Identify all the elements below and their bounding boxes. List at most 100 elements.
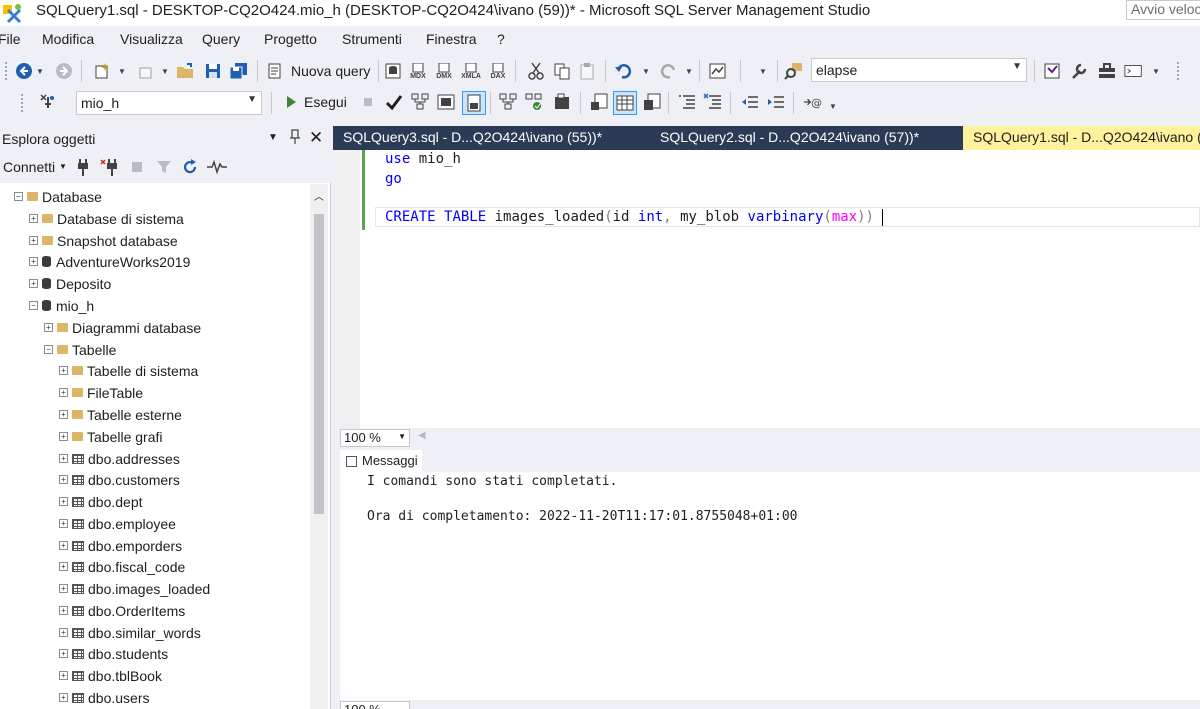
disconnect-icon[interactable] [100, 157, 120, 180]
toolbar-grip[interactable] [4, 61, 8, 81]
expand-icon[interactable]: + [59, 410, 68, 419]
expand-icon[interactable]: + [59, 432, 68, 441]
change-connection-icon[interactable] [38, 92, 58, 112]
tree-node-table[interactable]: + dbo.fiscal_code [59, 556, 185, 577]
tree-node-table[interactable]: + dbo.similar_words [59, 622, 201, 643]
back-dropdown-icon[interactable]: ▼ [35, 61, 45, 81]
redo-dropdown-icon[interactable]: ▼ [684, 61, 694, 81]
xmla-query-icon[interactable]: XMLA [461, 61, 481, 81]
dmx-query-icon[interactable]: DMX [434, 61, 454, 81]
tree-node-table[interactable]: + dbo.addresses [59, 448, 180, 469]
tree-node-database[interactable]: − Database [14, 186, 102, 207]
client-statistics-icon[interactable] [552, 92, 572, 112]
toolbar-overflow-icon[interactable]: ▼ [828, 96, 838, 116]
tree-node-adventureworks[interactable]: + AdventureWorks2019 [29, 251, 190, 272]
editor-zoom-combo[interactable]: 100 % ▼ [340, 429, 410, 447]
expand-icon[interactable]: + [59, 584, 68, 593]
copy-icon[interactable] [552, 61, 572, 81]
parse-checkmark-icon[interactable] [384, 92, 404, 112]
expand-icon[interactable]: + [59, 366, 68, 375]
expand-icon[interactable]: + [29, 279, 38, 288]
expand-icon[interactable]: + [59, 649, 68, 658]
toolbox-icon[interactable] [1097, 61, 1117, 81]
tree-node-table[interactable]: + dbo.OrderItems [59, 600, 185, 621]
tree-node-deposito[interactable]: + Deposito [29, 273, 111, 294]
connect-plug-icon[interactable] [76, 157, 90, 180]
cancel-execution-icon[interactable] [358, 92, 378, 112]
scrollbar-thumb[interactable] [314, 214, 324, 514]
activity-monitor-pulse-icon[interactable] [206, 159, 228, 178]
new-project-dropdown-icon[interactable]: ▼ [117, 61, 127, 81]
stop-icon[interactable] [130, 160, 144, 177]
find-in-files-icon[interactable] [784, 61, 804, 81]
connect-button[interactable]: Connetti [3, 159, 55, 175]
tree-node-external-tables[interactable]: + Tabelle esterne [59, 404, 182, 425]
menu-visualizza[interactable]: Visualizza [120, 31, 183, 47]
tree-node-table[interactable]: + dbo.images_loaded [59, 578, 210, 599]
results-zoom-combo[interactable]: 100 % [340, 701, 410, 709]
expand-icon[interactable]: + [59, 562, 68, 571]
forward-icon[interactable] [54, 61, 74, 81]
close-icon[interactable]: ✕ [309, 128, 323, 148]
redo-icon[interactable] [658, 61, 678, 81]
query-editor[interactable]: use mio_h go CREATE TABLE images_loaded(… [340, 150, 1200, 428]
expand-icon[interactable]: + [59, 519, 68, 528]
window-position-dropdown-icon[interactable]: ▼ [268, 132, 278, 143]
menu-file[interactable]: File [0, 31, 21, 47]
back-icon[interactable] [14, 61, 34, 81]
cut-icon[interactable] [526, 61, 546, 81]
add-item-dropdown-icon[interactable]: ▼ [160, 61, 170, 81]
mdx-query-icon[interactable]: MDX [408, 61, 428, 81]
toolbar-grip[interactable] [1176, 61, 1180, 81]
expand-icon[interactable]: + [29, 257, 38, 266]
save-all-icon[interactable] [229, 61, 249, 81]
increase-indent-icon[interactable] [766, 92, 786, 112]
menu-help[interactable]: ? [497, 31, 505, 47]
expand-icon[interactable]: + [44, 323, 53, 332]
tree-node-table[interactable]: + dbo.emporders [59, 535, 182, 556]
object-explorer-scrollbar[interactable]: ︿ [310, 184, 328, 709]
tree-node-mio-h[interactable]: − mio_h [29, 295, 94, 316]
results-to-grid-icon[interactable] [613, 91, 637, 115]
tree-node-table[interactable]: + dbo.tblBook [59, 665, 162, 686]
new-query-button[interactable]: Nuova query [291, 63, 370, 79]
results-to-text-icon[interactable] [589, 92, 609, 112]
results-to-file-icon[interactable] [642, 92, 662, 112]
activity-monitor-icon[interactable] [708, 61, 728, 81]
save-icon[interactable] [203, 61, 223, 81]
query-options-icon[interactable] [436, 92, 456, 112]
include-actual-plan-icon[interactable] [498, 92, 518, 112]
collapse-icon[interactable]: − [44, 345, 53, 354]
specify-template-values-icon[interactable]: @ [803, 92, 823, 112]
properties-wrench-icon[interactable] [1069, 61, 1089, 81]
execute-button[interactable]: Esegui [304, 94, 347, 110]
menu-strumenti[interactable]: Strumenti [342, 31, 402, 47]
tab-sqlquery2[interactable]: SQLQuery2.sql - D...Q2O424\ivano (57))* [650, 126, 968, 150]
undo-icon[interactable] [614, 61, 634, 81]
tree-node-tables[interactable]: − Tabelle [44, 339, 116, 360]
tree-node-table[interactable]: + dbo.dept [59, 491, 143, 512]
filter-icon[interactable] [156, 159, 172, 178]
menu-progetto[interactable]: Progetto [264, 31, 317, 47]
available-databases-combo[interactable]: mio_h ▼ [76, 91, 262, 115]
tab-messages[interactable]: Messaggi [340, 450, 422, 472]
refresh-icon[interactable] [182, 159, 198, 178]
tree-node-table[interactable]: + dbo.users [59, 687, 149, 708]
configuration-dropdown-icon[interactable]: ▼ [758, 61, 768, 81]
expand-icon[interactable]: + [59, 454, 68, 463]
scroll-up-icon[interactable]: ︿ [314, 188, 324, 203]
tree-node-table[interactable]: + dbo.customers [59, 469, 180, 490]
tab-sqlquery1[interactable]: SQLQuery1.sql - D...Q2O424\ivano (59))* [963, 126, 1200, 150]
command-dropdown-icon[interactable]: ▼ [1151, 61, 1161, 81]
menu-query[interactable]: Query [202, 31, 240, 47]
expand-icon[interactable]: + [29, 214, 38, 223]
expand-icon[interactable]: + [59, 541, 68, 550]
expand-icon[interactable]: + [59, 475, 68, 484]
collapse-icon[interactable]: − [29, 301, 38, 310]
tree-node-system-tables[interactable]: + Tabelle di sistema [59, 360, 198, 381]
solution-search-combo[interactable]: elapse ▼ [811, 58, 1027, 82]
expand-icon[interactable]: + [29, 236, 38, 245]
tree-node-database-diagrams[interactable]: + Diagrammi database [44, 317, 201, 338]
menu-finestra[interactable]: Finestra [426, 31, 477, 47]
expand-icon[interactable]: + [59, 628, 68, 637]
